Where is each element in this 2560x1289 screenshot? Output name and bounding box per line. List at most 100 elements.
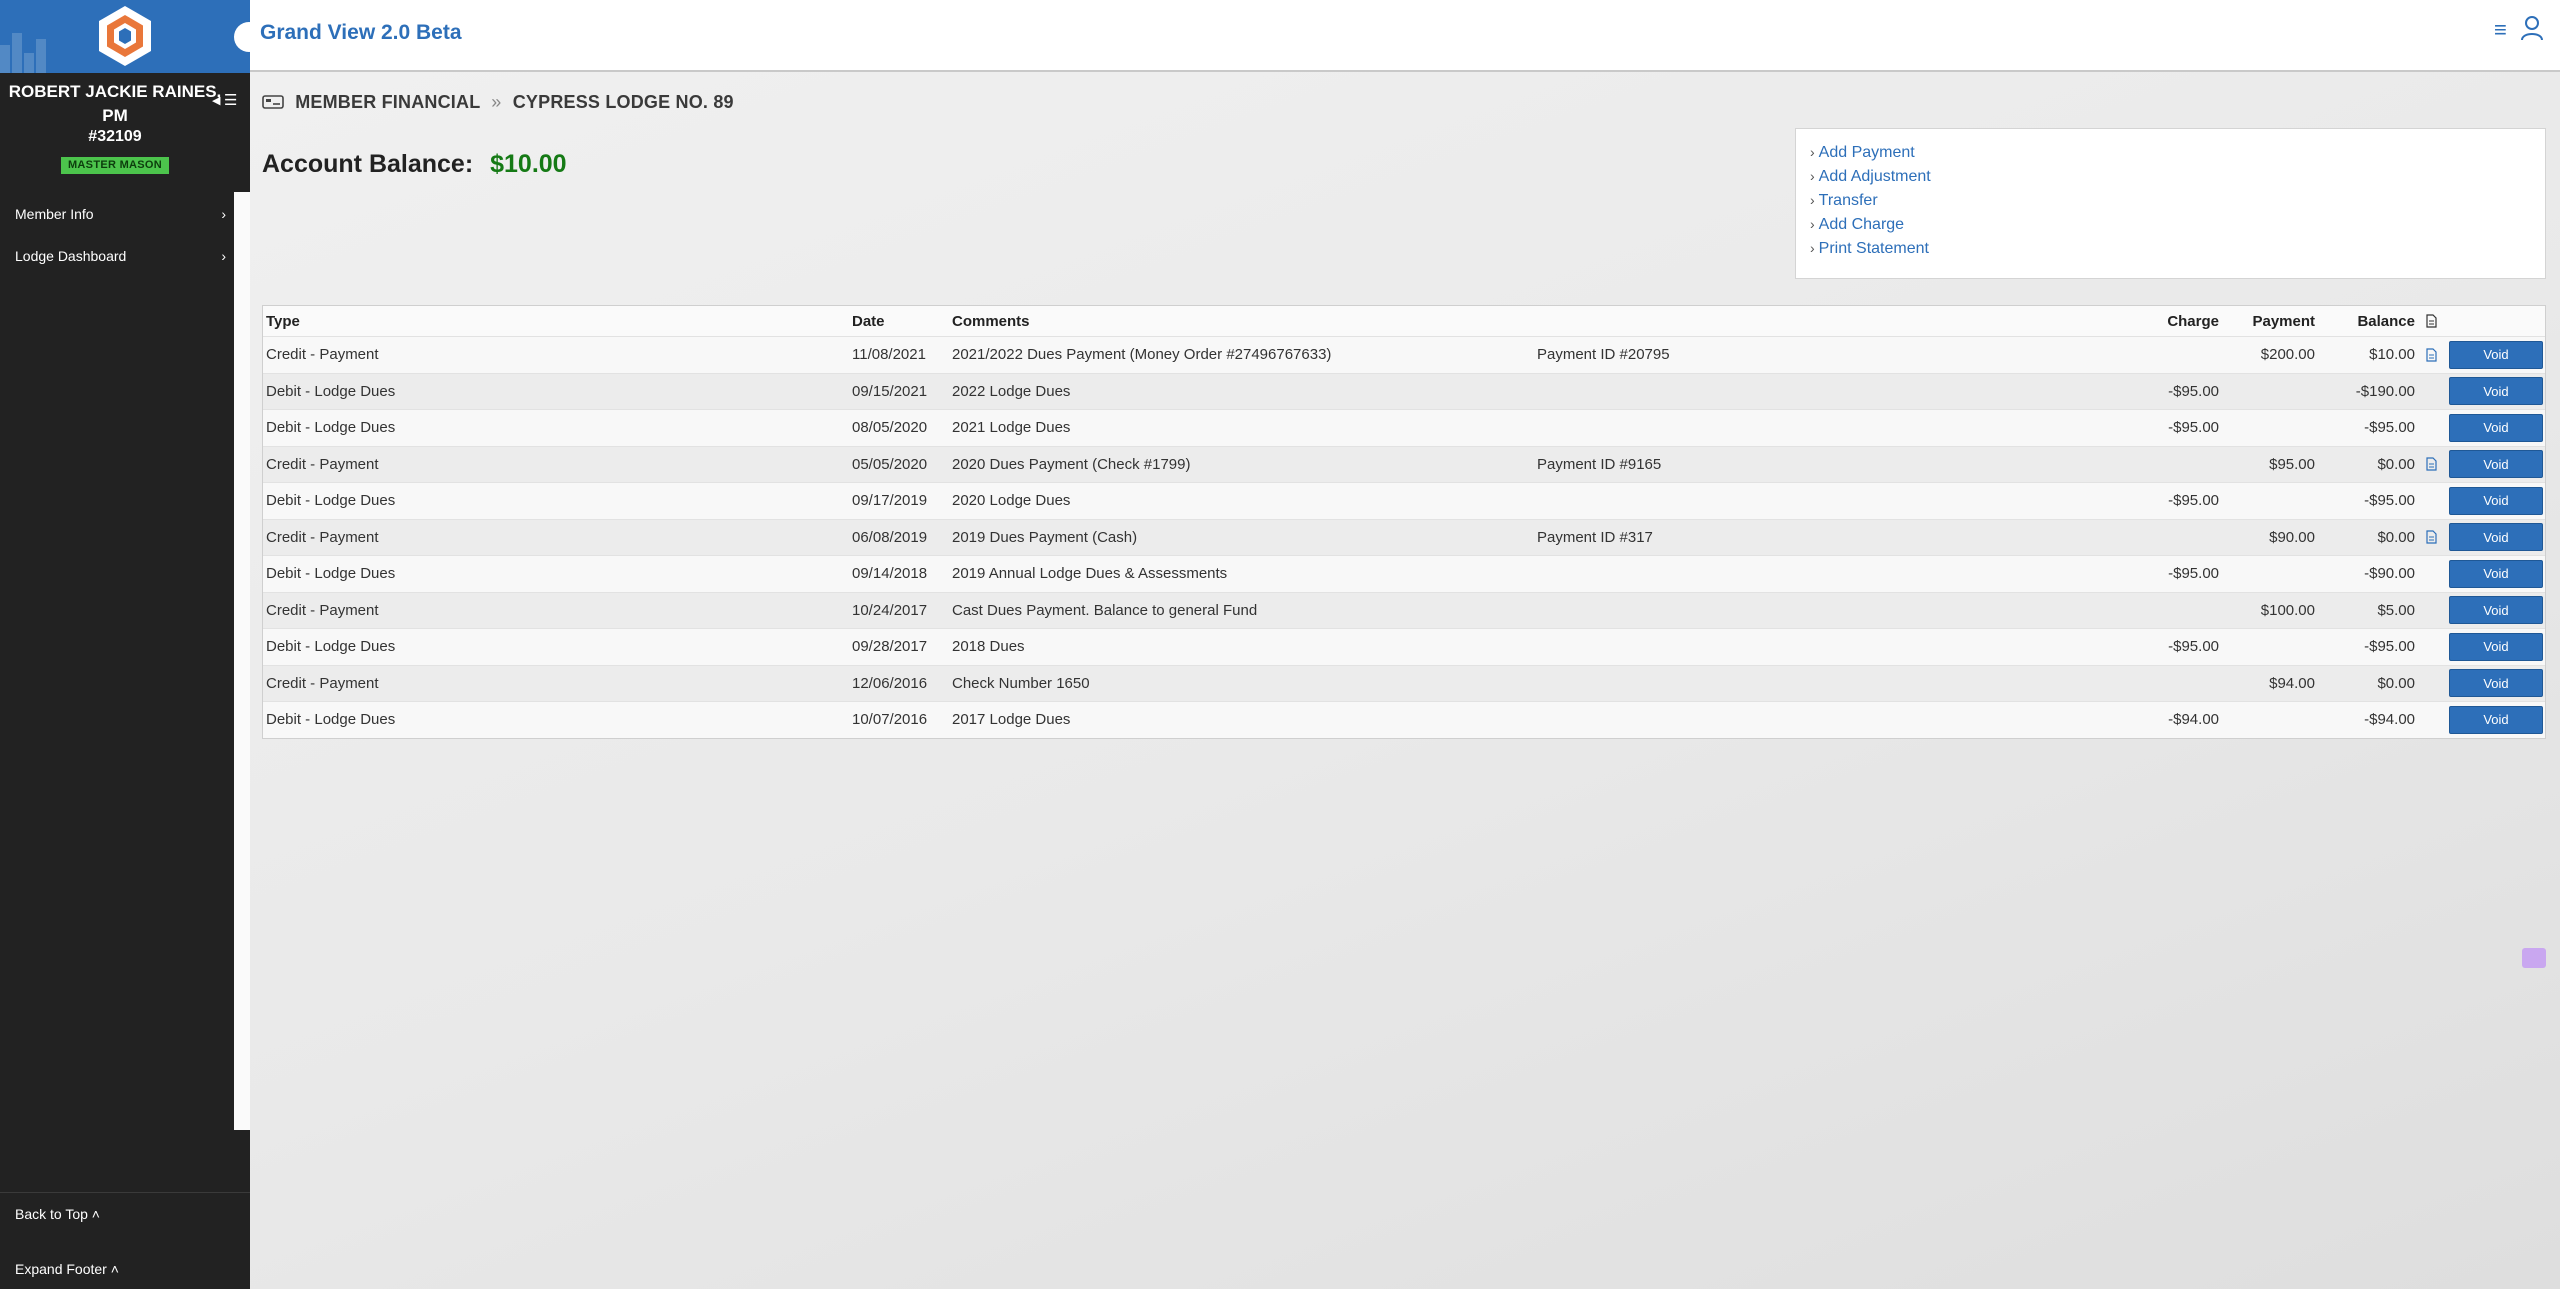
cell-balance: -$95.00 bbox=[2364, 638, 2415, 656]
chevron-right-icon: › bbox=[1810, 144, 1815, 160]
cell-comments: Check Number 1650 bbox=[952, 674, 1090, 692]
cell-date: 09/28/2017 bbox=[852, 638, 928, 656]
caret-left-icon: ◀ bbox=[212, 95, 221, 107]
transfer-link[interactable]: › Transfer bbox=[1810, 192, 1878, 210]
column-header-comments[interactable]: Comments bbox=[952, 306, 1030, 336]
back-to-top-link[interactable]: Back to Top ˄ bbox=[15, 1206, 100, 1222]
cell-comments: 2022 Lodge Dues bbox=[952, 382, 1071, 400]
cell-date: 08/05/2020 bbox=[852, 419, 928, 437]
void-cell: Void bbox=[2449, 483, 2543, 519]
void-cell: Void bbox=[2449, 410, 2543, 446]
void-button[interactable]: Void bbox=[2449, 413, 2543, 442]
cell-type: Debit - Lodge Dues bbox=[266, 565, 396, 583]
cell-balance: -$90.00 bbox=[2364, 565, 2415, 583]
breadcrumb: MEMBER FINANCIAL » CYPRESS LODGE NO. 89 bbox=[262, 92, 734, 116]
chevron-right-icon: › bbox=[1810, 192, 1815, 208]
add-charge-link[interactable]: › Add Charge bbox=[1810, 216, 1904, 234]
print-statement-link[interactable]: › Print Statement bbox=[1810, 240, 1929, 258]
void-button[interactable]: Void bbox=[2449, 523, 2543, 552]
cell-balance: -$190.00 bbox=[2355, 382, 2415, 400]
column-header-type[interactable]: Type bbox=[266, 306, 300, 336]
void-button[interactable]: Void bbox=[2449, 669, 2543, 698]
table-row: Debit - Lodge Dues 09/15/2021 2022 Lodge D… bbox=[263, 372, 2545, 410]
cell-type: Debit - Lodge Dues bbox=[266, 638, 396, 656]
cell-comments: 2018 Dues bbox=[952, 638, 1025, 656]
void-button[interactable]: Void bbox=[2449, 486, 2543, 515]
chat-widget-icon[interactable] bbox=[2522, 948, 2546, 968]
chevron-right-icon: › bbox=[1810, 168, 1815, 184]
void-cell: Void bbox=[2449, 629, 2543, 665]
cell-balance: -$95.00 bbox=[2364, 419, 2415, 437]
void-button[interactable]: Void bbox=[2449, 377, 2543, 406]
cell-balance: -$95.00 bbox=[2364, 492, 2415, 510]
back-to-top-label: Back to Top bbox=[15, 1206, 88, 1222]
app-title[interactable]: Grand View 2.0 Beta bbox=[260, 21, 462, 45]
void-button[interactable]: Void bbox=[2449, 450, 2543, 479]
table-row: Debit - Lodge Dues 08/05/2020 2021 Lodge D… bbox=[263, 409, 2545, 446]
cell-comments: 2017 Lodge Dues bbox=[952, 711, 1071, 729]
account-balance-amount: $10.00 bbox=[490, 150, 567, 178]
cell-type: Debit - Lodge Dues bbox=[266, 382, 396, 400]
hamburger-icon[interactable]: ≡ bbox=[2494, 17, 2507, 43]
sidebar-item-member-info[interactable]: Member Info › bbox=[0, 194, 234, 234]
column-header-date[interactable]: Date bbox=[852, 306, 885, 336]
cell-comments: 2021/2022 Dues Payment (Money Order #274… bbox=[952, 346, 1332, 364]
sidebar: ROBERT JACKIE RAINES, PM #32109 MASTER M… bbox=[0, 0, 264, 1289]
cell-date: 10/07/2016 bbox=[852, 711, 928, 729]
chevron-right-icon: › bbox=[221, 206, 226, 222]
sidebar-rail bbox=[234, 192, 250, 1130]
table-body: Credit - Payment 11/08/2021 2021/2022 Dues… bbox=[263, 336, 2545, 738]
user-icon[interactable] bbox=[2520, 15, 2544, 41]
hamburger-icon: ☰ bbox=[224, 92, 238, 109]
document-icon[interactable] bbox=[2422, 447, 2440, 483]
sidebar-item-lodge-dashboard[interactable]: Lodge Dashboard › bbox=[0, 236, 234, 276]
top-bar: Grand View 2.0 Beta ≡ bbox=[250, 0, 2560, 72]
expand-footer-label: Expand Footer bbox=[15, 1261, 107, 1277]
cell-date: 09/15/2021 bbox=[852, 382, 928, 400]
table-row: Credit - Payment 12/06/2016 Check Number 1… bbox=[263, 664, 2545, 701]
transactions-table: Type Date Comments Charge Payment Balanc… bbox=[262, 305, 2546, 739]
hexagon-logo-icon[interactable] bbox=[96, 4, 154, 68]
sidebar-item-label: Lodge Dashboard bbox=[15, 248, 127, 264]
sidebar-toggle-button[interactable]: ◀ ☰ bbox=[212, 92, 244, 110]
document-icon[interactable] bbox=[2422, 520, 2440, 556]
cell-type: Debit - Lodge Dues bbox=[266, 419, 396, 437]
table-row: Debit - Lodge Dues 09/28/2017 2018 Dues -$9… bbox=[263, 628, 2545, 665]
void-button[interactable]: Void bbox=[2449, 596, 2543, 625]
table-row: Credit - Payment 10/24/2017 Cast Dues Paym… bbox=[263, 591, 2545, 629]
void-button[interactable]: Void bbox=[2449, 632, 2543, 661]
cell-payment-id: Payment ID #20795 bbox=[1537, 346, 1670, 364]
cell-comments: 2019 Dues Payment (Cash) bbox=[952, 528, 1138, 546]
add-adjustment-link[interactable]: › Add Adjustment bbox=[1810, 168, 1931, 186]
void-cell: Void bbox=[2449, 374, 2543, 410]
column-header-balance[interactable]: Balance bbox=[2295, 306, 2415, 336]
cell-type: Debit - Lodge Dues bbox=[266, 492, 396, 510]
breadcrumb-lodge[interactable]: CYPRESS LODGE NO. 89 bbox=[513, 92, 734, 112]
add-payment-link[interactable]: › Add Payment bbox=[1810, 144, 1915, 162]
document-icon[interactable] bbox=[2422, 337, 2440, 373]
void-button[interactable]: Void bbox=[2449, 340, 2543, 369]
cell-comments: 2021 Lodge Dues bbox=[952, 419, 1071, 437]
cell-date: 09/17/2019 bbox=[852, 492, 928, 510]
breadcrumb-section[interactable]: MEMBER FINANCIAL bbox=[295, 92, 480, 112]
cell-date: 11/08/2021 bbox=[852, 346, 926, 364]
cell-comments: Cast Dues Payment. Balance to general Fu… bbox=[952, 601, 1258, 619]
member-number: #32109 bbox=[88, 128, 142, 145]
cell-type: Credit - Payment bbox=[266, 674, 379, 692]
void-button[interactable]: Void bbox=[2449, 705, 2543, 734]
void-cell: Void bbox=[2449, 520, 2543, 556]
cell-type: Debit - Lodge Dues bbox=[266, 711, 396, 729]
cell-comments: 2020 Dues Payment (Check #1799) bbox=[952, 455, 1191, 473]
cell-date: 12/06/2016 bbox=[852, 674, 928, 692]
void-cell: Void bbox=[2449, 447, 2543, 483]
table-header-row: Type Date Comments Charge Payment Balanc… bbox=[263, 306, 2545, 336]
cell-balance: $5.00 bbox=[2377, 601, 2415, 619]
void-cell: Void bbox=[2449, 593, 2543, 629]
cell-comments: 2020 Lodge Dues bbox=[952, 492, 1071, 510]
account-balance-label: Account Balance: bbox=[262, 150, 474, 178]
cell-type: Credit - Payment bbox=[266, 601, 379, 619]
expand-footer-link[interactable]: Expand Footer ˄ bbox=[15, 1261, 119, 1277]
void-button[interactable]: Void bbox=[2449, 559, 2543, 588]
chevron-up-icon: ˄ bbox=[91, 1206, 100, 1222]
table-row: Credit - Payment 05/05/2020 2020 Dues Paym… bbox=[263, 445, 2545, 483]
